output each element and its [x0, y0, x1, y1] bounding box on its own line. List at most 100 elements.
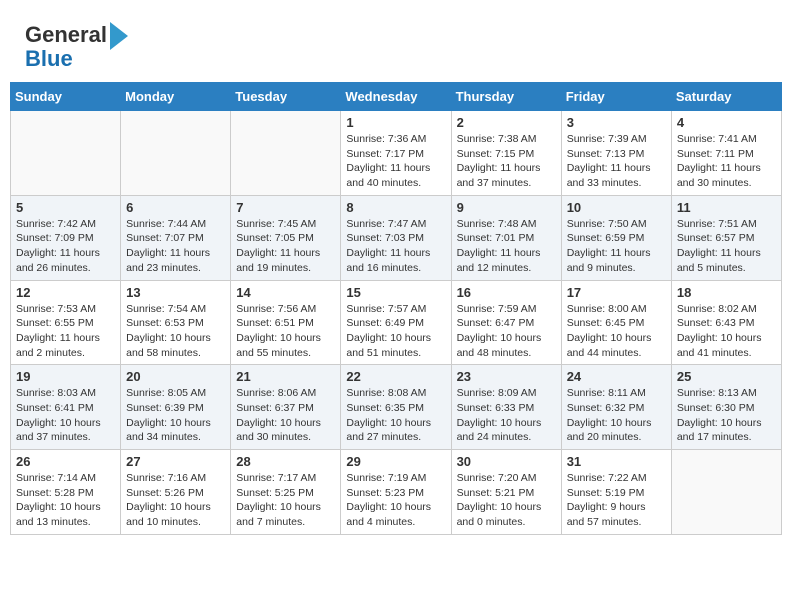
- day-info: Sunrise: 7:20 AM Sunset: 5:21 PM Dayligh…: [457, 471, 556, 530]
- day-info: Sunrise: 7:54 AM Sunset: 6:53 PM Dayligh…: [126, 302, 225, 361]
- day-info: Sunrise: 8:11 AM Sunset: 6:32 PM Dayligh…: [567, 386, 666, 445]
- calendar-cell: 6 Sunrise: 7:44 AM Sunset: 7:07 PM Daylig…: [121, 195, 231, 280]
- calendar-week-3: 12 Sunrise: 7:53 AM Sunset: 6:55 PM Dayli…: [11, 280, 782, 365]
- logo-text: General Blue: [25, 20, 128, 72]
- calendar-cell: 10Sunrise: 7:50 AM Sunset: 6:59 PM Dayli…: [561, 195, 671, 280]
- day-number: 29: [346, 454, 445, 469]
- day-number: 28: [236, 454, 335, 469]
- calendar-cell: 13 Sunrise: 7:54 AM Sunset: 6:53 PM Dayli…: [121, 280, 231, 365]
- day-info: Sunrise: 8:09 AM Sunset: 6:33 PM Dayligh…: [457, 386, 556, 445]
- calendar-cell: 22Sunrise: 8:08 AM Sunset: 6:35 PM Dayli…: [341, 365, 451, 450]
- day-info: Sunrise: 7:48 AM Sunset: 7:01 PM Dayligh…: [457, 217, 556, 276]
- calendar-cell: [121, 111, 231, 196]
- calendar-cell: 17 Sunrise: 8:00 AM Sunset: 6:45 PM Dayli…: [561, 280, 671, 365]
- calendar-cell: 16 Sunrise: 7:59 AM Sunset: 6:47 PM Dayli…: [451, 280, 561, 365]
- day-number: 5: [16, 200, 115, 215]
- weekday-header-sunday: Sunday: [11, 83, 121, 111]
- day-number: 1: [346, 115, 445, 130]
- day-number: 3: [567, 115, 666, 130]
- day-info: Sunrise: 8:02 AM Sunset: 6:43 PM Dayligh…: [677, 302, 776, 361]
- day-number: 4: [677, 115, 776, 130]
- day-number: 9: [457, 200, 556, 215]
- day-number: 30: [457, 454, 556, 469]
- day-info: Sunrise: 8:06 AM Sunset: 6:37 PM Dayligh…: [236, 386, 335, 445]
- day-number: 13: [126, 285, 225, 300]
- weekday-header-friday: Friday: [561, 83, 671, 111]
- calendar-cell: 14Sunrise: 7:56 AM Sunset: 6:51 PM Dayli…: [231, 280, 341, 365]
- calendar-cell: 7 Sunrise: 7:45 AM Sunset: 7:05 PM Daylig…: [231, 195, 341, 280]
- day-number: 19: [16, 369, 115, 384]
- calendar-cell: 18 Sunrise: 8:02 AM Sunset: 6:43 PM Dayli…: [671, 280, 781, 365]
- day-info: Sunrise: 7:41 AM Sunset: 7:11 PM Dayligh…: [677, 132, 776, 191]
- logo: General Blue: [25, 20, 128, 72]
- day-number: 22: [346, 369, 445, 384]
- day-number: 15: [346, 285, 445, 300]
- calendar-cell: 4 Sunrise: 7:41 AM Sunset: 7:11 PM Daylig…: [671, 111, 781, 196]
- day-info: Sunrise: 7:16 AM Sunset: 5:26 PM Dayligh…: [126, 471, 225, 530]
- day-info: Sunrise: 7:44 AM Sunset: 7:07 PM Dayligh…: [126, 217, 225, 276]
- day-info: Sunrise: 7:47 AM Sunset: 7:03 PM Dayligh…: [346, 217, 445, 276]
- day-number: 17: [567, 285, 666, 300]
- weekday-header-monday: Monday: [121, 83, 231, 111]
- calendar-cell: 9 Sunrise: 7:48 AM Sunset: 7:01 PM Daylig…: [451, 195, 561, 280]
- day-number: 12: [16, 285, 115, 300]
- day-number: 8: [346, 200, 445, 215]
- calendar-cell: 11 Sunrise: 7:51 AM Sunset: 6:57 PM Dayli…: [671, 195, 781, 280]
- calendar-cell: 20Sunrise: 8:05 AM Sunset: 6:39 PM Dayli…: [121, 365, 231, 450]
- day-number: 10: [567, 200, 666, 215]
- day-number: 25: [677, 369, 776, 384]
- day-number: 7: [236, 200, 335, 215]
- day-info: Sunrise: 7:39 AM Sunset: 7:13 PM Dayligh…: [567, 132, 666, 191]
- weekday-header-saturday: Saturday: [671, 83, 781, 111]
- calendar-cell: [231, 111, 341, 196]
- calendar-week-2: 5 Sunrise: 7:42 AM Sunset: 7:09 PM Daylig…: [11, 195, 782, 280]
- weekday-header-wednesday: Wednesday: [341, 83, 451, 111]
- day-info: Sunrise: 7:19 AM Sunset: 5:23 PM Dayligh…: [346, 471, 445, 530]
- day-number: 23: [457, 369, 556, 384]
- calendar-cell: 23 Sunrise: 8:09 AM Sunset: 6:33 PM Dayli…: [451, 365, 561, 450]
- day-info: Sunrise: 7:38 AM Sunset: 7:15 PM Dayligh…: [457, 132, 556, 191]
- calendar-header-row: SundayMondayTuesdayWednesdayThursdayFrid…: [11, 83, 782, 111]
- day-number: 27: [126, 454, 225, 469]
- day-number: 2: [457, 115, 556, 130]
- calendar-cell: 5 Sunrise: 7:42 AM Sunset: 7:09 PM Daylig…: [11, 195, 121, 280]
- calendar-cell: 27 Sunrise: 7:16 AM Sunset: 5:26 PM Dayli…: [121, 450, 231, 535]
- calendar-cell: 29 Sunrise: 7:19 AM Sunset: 5:23 PM Dayli…: [341, 450, 451, 535]
- calendar-cell: 25 Sunrise: 8:13 AM Sunset: 6:30 PM Dayli…: [671, 365, 781, 450]
- calendar-cell: 12 Sunrise: 7:53 AM Sunset: 6:55 PM Dayli…: [11, 280, 121, 365]
- day-info: Sunrise: 7:53 AM Sunset: 6:55 PM Dayligh…: [16, 302, 115, 361]
- day-info: Sunrise: 7:36 AM Sunset: 7:17 PM Dayligh…: [346, 132, 445, 191]
- calendar-week-4: 19Sunrise: 8:03 AM Sunset: 6:41 PM Dayli…: [11, 365, 782, 450]
- calendar-cell: 24 Sunrise: 8:11 AM Sunset: 6:32 PM Dayli…: [561, 365, 671, 450]
- day-number: 21: [236, 369, 335, 384]
- weekday-header-thursday: Thursday: [451, 83, 561, 111]
- calendar-week-1: 1 Sunrise: 7:36 AM Sunset: 7:17 PM Daylig…: [11, 111, 782, 196]
- day-number: 31: [567, 454, 666, 469]
- calendar-cell: 21 Sunrise: 8:06 AM Sunset: 6:37 PM Dayli…: [231, 365, 341, 450]
- calendar-cell: 8 Sunrise: 7:47 AM Sunset: 7:03 PM Daylig…: [341, 195, 451, 280]
- page-header: General Blue: [10, 10, 782, 77]
- day-number: 14: [236, 285, 335, 300]
- calendar-cell: [671, 450, 781, 535]
- calendar-week-5: 26Sunrise: 7:14 AM Sunset: 5:28 PM Dayli…: [11, 450, 782, 535]
- day-info: Sunrise: 8:13 AM Sunset: 6:30 PM Dayligh…: [677, 386, 776, 445]
- calendar-table: SundayMondayTuesdayWednesdayThursdayFrid…: [10, 82, 782, 535]
- day-info: Sunrise: 7:57 AM Sunset: 6:49 PM Dayligh…: [346, 302, 445, 361]
- day-info: Sunrise: 8:00 AM Sunset: 6:45 PM Dayligh…: [567, 302, 666, 361]
- day-info: Sunrise: 7:51 AM Sunset: 6:57 PM Dayligh…: [677, 217, 776, 276]
- day-info: Sunrise: 7:17 AM Sunset: 5:25 PM Dayligh…: [236, 471, 335, 530]
- day-number: 24: [567, 369, 666, 384]
- day-info: Sunrise: 7:22 AM Sunset: 5:19 PM Dayligh…: [567, 471, 666, 530]
- logo-arrow-icon: [110, 22, 128, 50]
- day-info: Sunrise: 7:42 AM Sunset: 7:09 PM Dayligh…: [16, 217, 115, 276]
- day-number: 20: [126, 369, 225, 384]
- day-info: Sunrise: 7:59 AM Sunset: 6:47 PM Dayligh…: [457, 302, 556, 361]
- day-number: 6: [126, 200, 225, 215]
- calendar-cell: 31 Sunrise: 7:22 AM Sunset: 5:19 PM Dayli…: [561, 450, 671, 535]
- day-info: Sunrise: 7:45 AM Sunset: 7:05 PM Dayligh…: [236, 217, 335, 276]
- day-number: 18: [677, 285, 776, 300]
- day-number: 16: [457, 285, 556, 300]
- calendar-cell: 3 Sunrise: 7:39 AM Sunset: 7:13 PM Daylig…: [561, 111, 671, 196]
- day-number: 11: [677, 200, 776, 215]
- logo-general: General: [25, 22, 107, 48]
